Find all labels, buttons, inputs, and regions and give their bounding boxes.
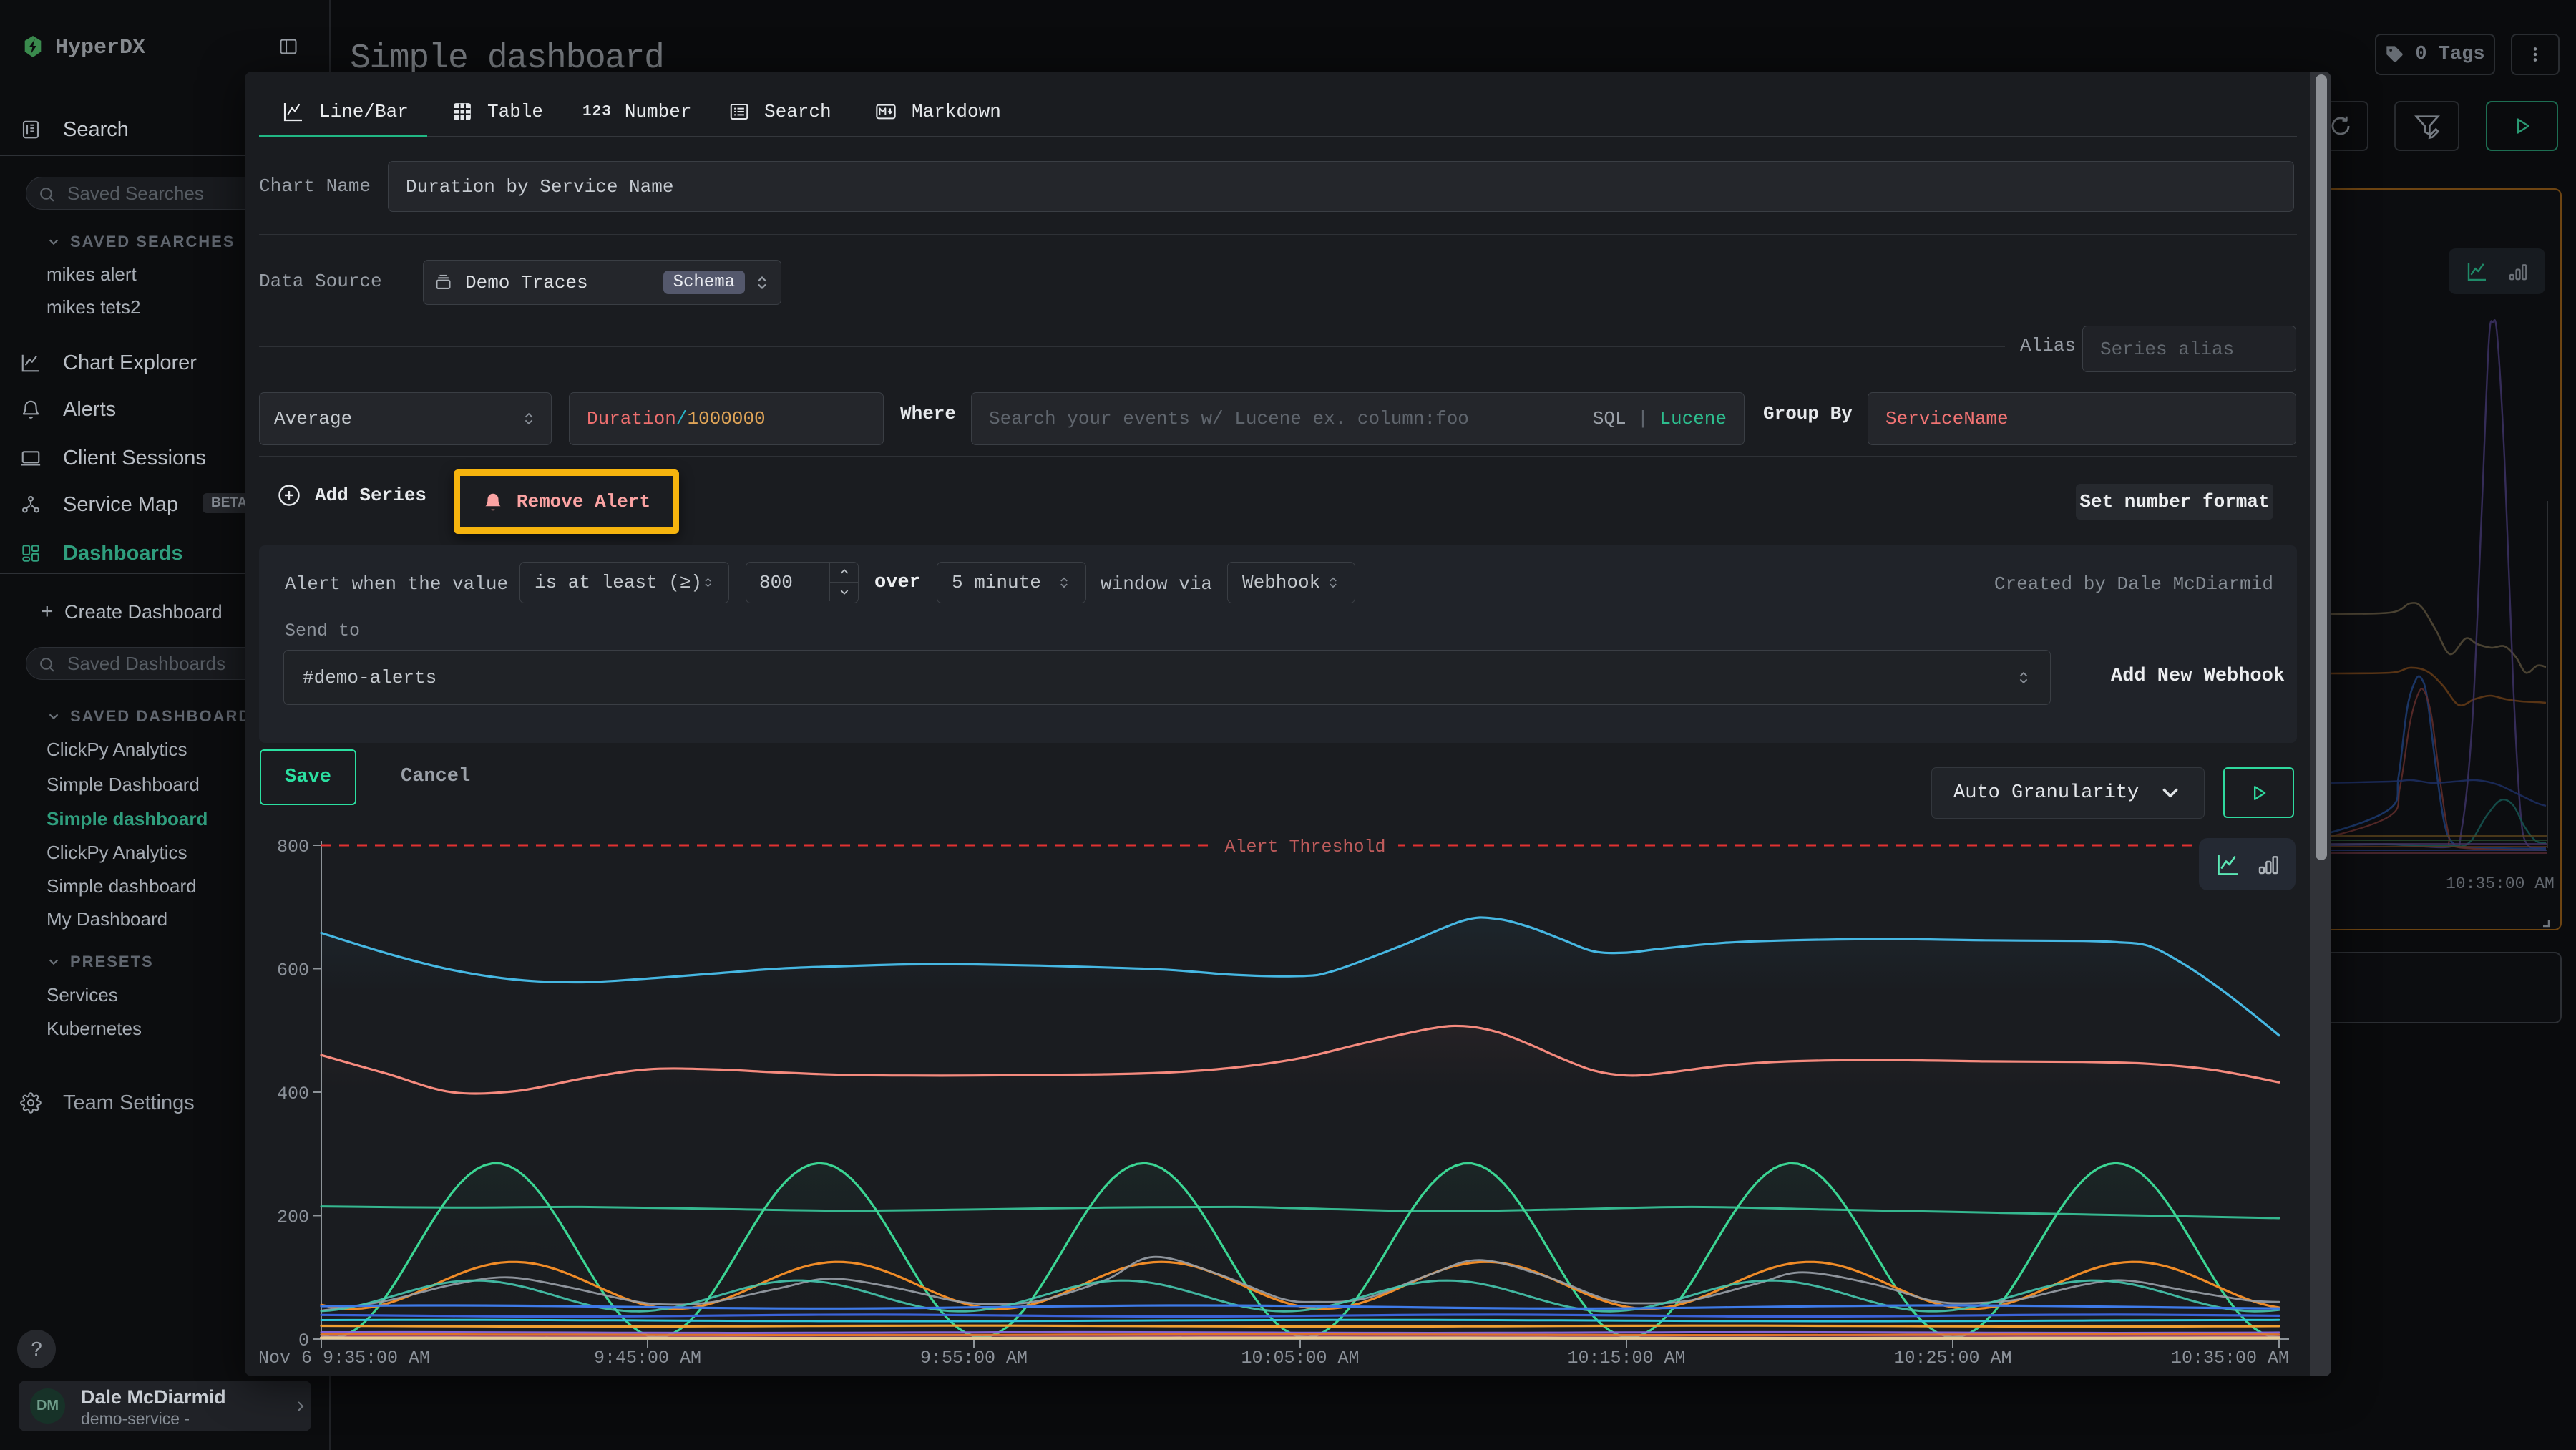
svg-text:10:15:00 AM: 10:15:00 AM bbox=[1567, 1348, 1685, 1368]
svg-text:Nov 6 9:35:00 AM: Nov 6 9:35:00 AM bbox=[258, 1348, 430, 1368]
svg-text:400: 400 bbox=[277, 1084, 309, 1104]
svg-text:10:35:00 AM: 10:35:00 AM bbox=[2171, 1348, 2289, 1368]
svg-text:800: 800 bbox=[277, 837, 309, 857]
svg-text:600: 600 bbox=[277, 960, 309, 981]
svg-text:9:55:00 AM: 9:55:00 AM bbox=[920, 1348, 1028, 1368]
svg-text:10:25:00 AM: 10:25:00 AM bbox=[1893, 1348, 2011, 1368]
svg-text:200: 200 bbox=[277, 1207, 309, 1228]
svg-text:9:45:00 AM: 9:45:00 AM bbox=[594, 1348, 701, 1368]
svg-text:10:05:00 AM: 10:05:00 AM bbox=[1241, 1348, 1359, 1368]
svg-text:Alert Threshold: Alert Threshold bbox=[1224, 837, 1385, 857]
svg-text:0: 0 bbox=[298, 1330, 309, 1351]
